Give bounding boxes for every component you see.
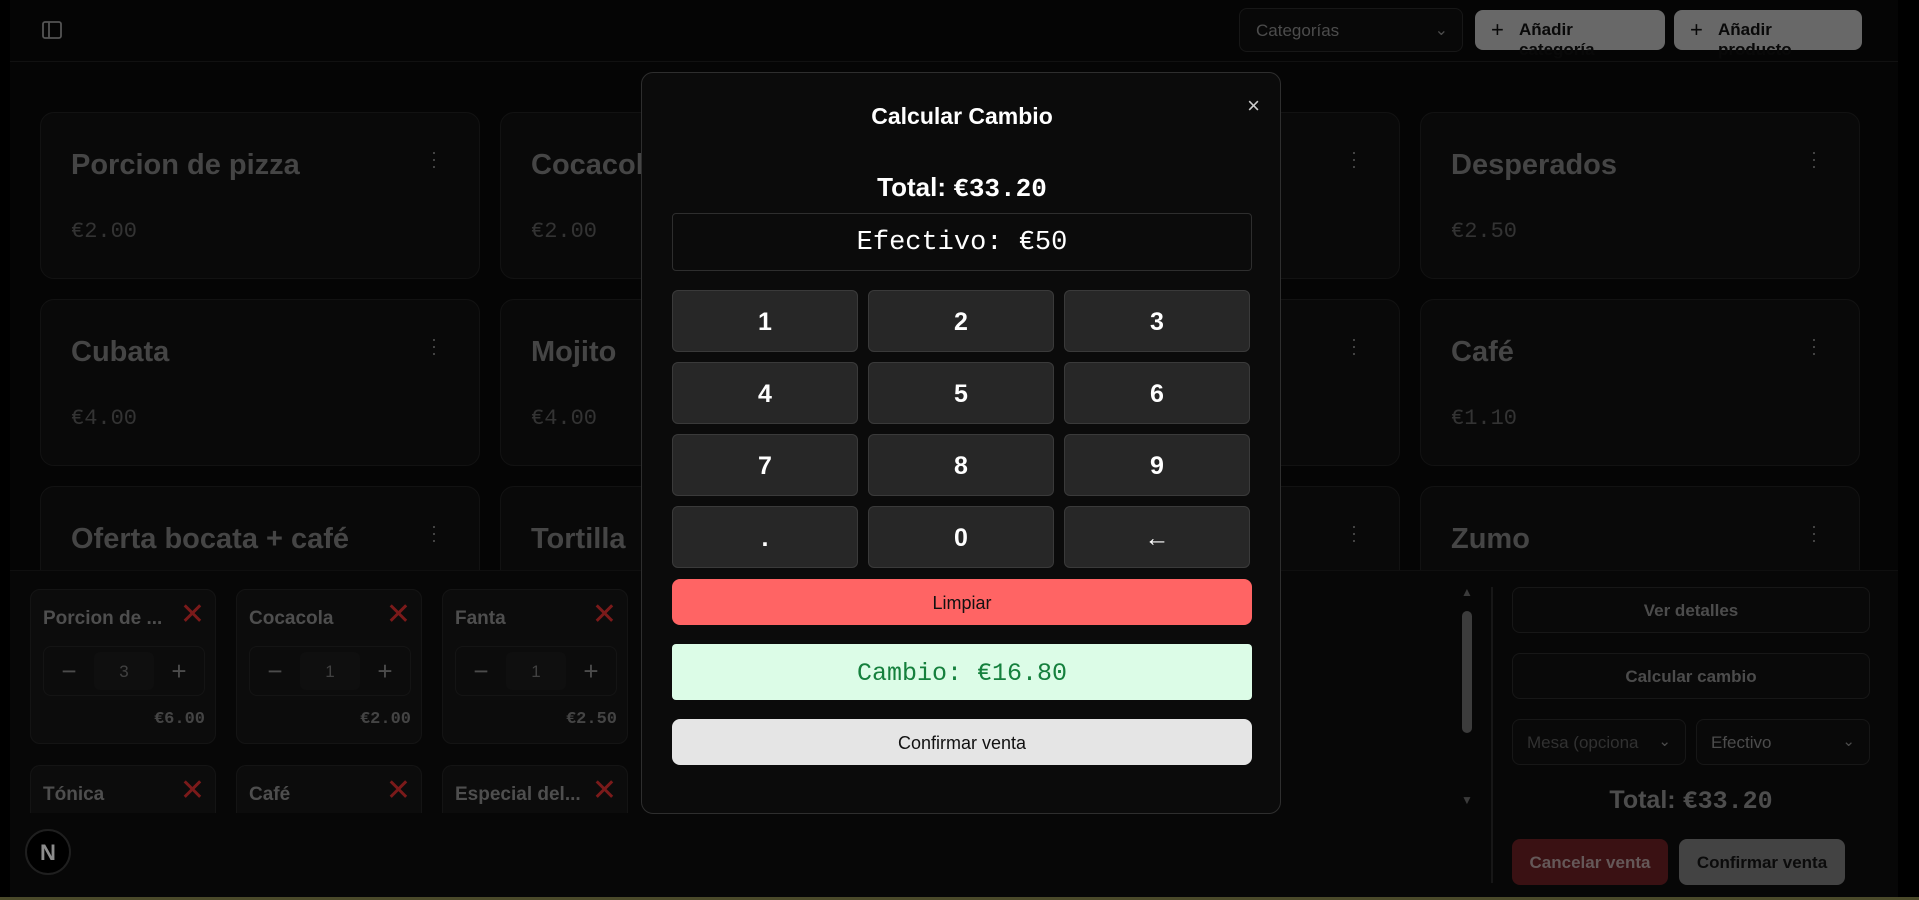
close-icon[interactable]: × (1247, 93, 1260, 119)
key-2[interactable]: 2 (868, 290, 1054, 352)
key-7[interactable]: 7 (672, 434, 858, 496)
key-3[interactable]: 3 (1064, 290, 1250, 352)
key-5[interactable]: 5 (868, 362, 1054, 424)
change-calculator-dialog: Calcular Cambio × Total: €33.20 Efectivo… (641, 72, 1281, 814)
dialog-total-label: Total: (877, 172, 946, 202)
change-result: Cambio: €16.80 (672, 644, 1252, 700)
key-backspace[interactable]: ← (1064, 506, 1250, 568)
cash-input-display: Efectivo: €50 (672, 213, 1252, 271)
key-0[interactable]: 0 (868, 506, 1054, 568)
clear-label: Limpiar (932, 593, 992, 613)
dialog-confirm-sale-button[interactable]: Confirmar venta (672, 719, 1252, 765)
key-9[interactable]: 9 (1064, 434, 1250, 496)
dialog-total-value: €33.20 (953, 174, 1047, 204)
key-1[interactable]: 1 (672, 290, 858, 352)
clear-button[interactable]: Limpiar (672, 579, 1252, 625)
key-4[interactable]: 4 (672, 362, 858, 424)
dialog-total: Total: €33.20 (642, 172, 1282, 204)
key-decimal[interactable]: . (672, 506, 858, 568)
dialog-title: Calcular Cambio (871, 103, 1053, 129)
dialog-confirm-sale-label: Confirmar venta (897, 733, 1027, 753)
key-6[interactable]: 6 (1064, 362, 1250, 424)
key-8[interactable]: 8 (868, 434, 1054, 496)
